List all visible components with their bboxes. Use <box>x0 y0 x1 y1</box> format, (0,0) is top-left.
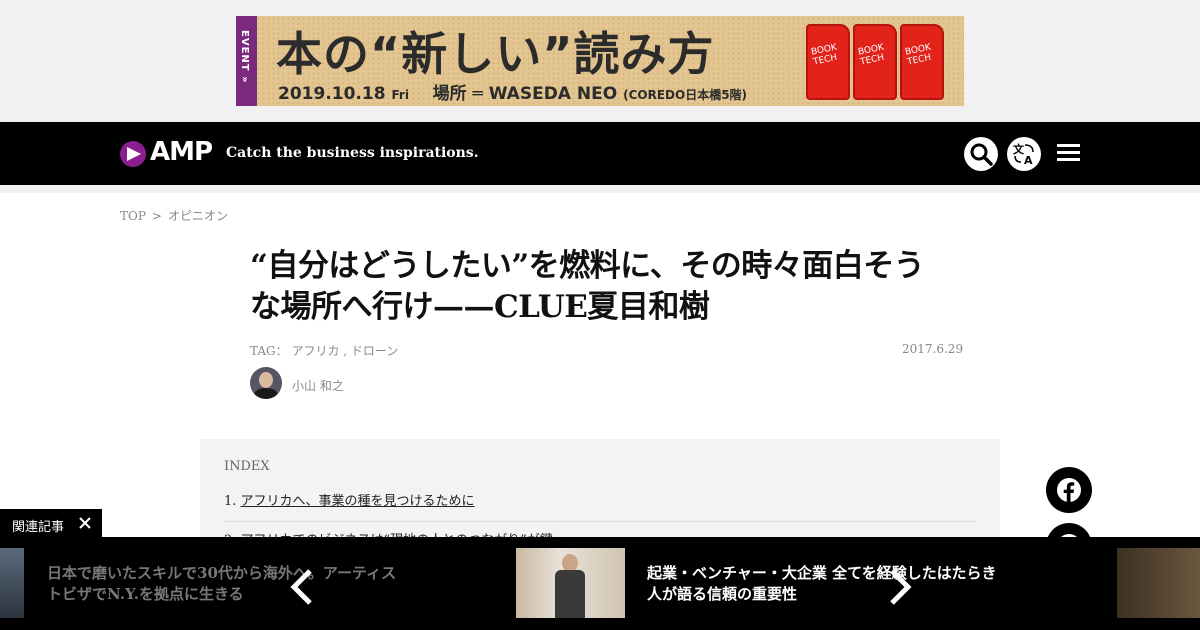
banner-headline: 本の“新しい”読み方 <box>276 27 715 81</box>
article-date: 2017.6.29 <box>902 342 964 356</box>
search-button[interactable] <box>964 137 998 171</box>
banner-dateline: 2019.10.18 Fri 場所 ═ WASEDA NEO (COREDO日本… <box>278 79 747 104</box>
book-illustration: BOOK TECH <box>900 24 944 100</box>
search-icon <box>970 143 993 166</box>
book-illustration: BOOK TECH <box>853 24 897 100</box>
amp-logo-icon[interactable] <box>120 141 146 167</box>
article-tags: TAG： アフリカ , ドローン <box>250 342 398 359</box>
site-logo[interactable]: AMP <box>150 137 213 167</box>
breadcrumb-top[interactable]: TOP <box>120 209 146 223</box>
facebook-share-button[interactable] <box>1046 467 1092 513</box>
related-thumbnail[interactable] <box>0 548 24 618</box>
author-avatar[interactable] <box>250 367 282 399</box>
site-header: AMP Catch the business inspirations. 文 A <box>0 122 1200 185</box>
hamburger-menu-icon[interactable] <box>1057 144 1080 164</box>
chevron-left-icon[interactable] <box>286 567 316 607</box>
breadcrumb: TOP > オピニオン <box>120 207 228 224</box>
index-item: 1. アフリカへ、事業の種を見つけるために <box>224 490 976 522</box>
banner-venue: 場所 ═ WASEDA NEO <box>432 84 618 104</box>
close-icon[interactable] <box>77 515 93 531</box>
book-illustration: BOOK TECH <box>806 24 850 100</box>
chevron-right-icon[interactable] <box>886 567 916 607</box>
tag-prefix: TAG： <box>250 344 288 358</box>
banner-venue-detail: (COREDO日本橋5階) <box>623 88 748 102</box>
related-thumbnail[interactable] <box>516 548 625 618</box>
related-articles-label: 関連記事 <box>0 509 102 538</box>
tag-links[interactable]: アフリカ , ドローン <box>291 344 398 358</box>
site-tagline: Catch the business inspirations. <box>226 145 479 161</box>
article-title: “自分はどうしたい”を燃料に、その時々面白そうな場所へ行け——CLUE夏目和樹 <box>250 248 925 325</box>
translate-button[interactable]: 文 A <box>1007 137 1041 171</box>
index-heading: INDEX <box>224 459 270 474</box>
related-article-title[interactable]: 日本で磨いたスキルで30代から海外へ。アーティストビザでN.Y.を拠点に生きる <box>47 563 407 605</box>
banner-weekday: Fri <box>391 88 409 102</box>
event-banner[interactable]: EVENT » 本の“新しい”読み方 2019.10.18 Fri 場所 ═ W… <box>236 16 964 106</box>
translate-icon: 文 A <box>1013 142 1034 166</box>
event-label: EVENT » <box>239 30 250 84</box>
index-link[interactable]: アフリカへ、事業の種を見つけるために <box>241 494 475 509</box>
related-articles-carousel: 日本で磨いたスキルで30代から海外へ。アーティストビザでN.Y.を拠点に生きる … <box>0 537 1200 630</box>
breadcrumb-category[interactable]: オピニオン <box>168 209 228 223</box>
facebook-icon <box>1057 478 1081 502</box>
breadcrumb-separator: > <box>151 209 162 223</box>
banner-date: 2019.10.18 <box>278 84 386 104</box>
author-name[interactable]: 小山 和之 <box>292 377 344 394</box>
related-article-title[interactable]: 起業・ベンチャー・大企業 全てを経験したはたらき人が語る信頼の重要性 <box>647 563 1007 605</box>
svg-text:A: A <box>1024 154 1033 166</box>
related-thumbnail[interactable] <box>1117 548 1200 618</box>
